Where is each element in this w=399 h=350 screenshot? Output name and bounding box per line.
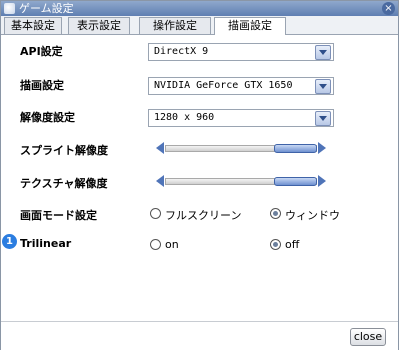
- settings-window: ゲーム設定 × 基本設定 表示設定 操作設定 描画設定 API設定 Direct…: [0, 0, 399, 350]
- tab-basic[interactable]: 基本設定: [4, 17, 62, 34]
- texture-resolution-label: テクスチャ解像度: [20, 177, 108, 190]
- tab-rendering[interactable]: 描画設定: [214, 17, 286, 35]
- dropdown-arrow-icon[interactable]: [315, 45, 331, 60]
- radio-circle[interactable]: [150, 239, 161, 250]
- radio-label: on: [165, 238, 179, 251]
- trilinear-label: Trilinear: [20, 237, 72, 250]
- renderer-select[interactable]: NVIDIA GeForce GTX 1650: [148, 77, 334, 95]
- footer-bar: close: [1, 321, 398, 350]
- radio-fullscreen[interactable]: フルスクリーン: [150, 207, 250, 222]
- radio-circle[interactable]: [270, 239, 281, 250]
- radio-label: off: [285, 238, 300, 251]
- close-button[interactable]: close: [350, 328, 386, 346]
- resolution-value: 1280 x 960: [154, 112, 215, 123]
- api-select[interactable]: DirectX 9: [148, 43, 334, 61]
- window-title: ゲーム設定: [19, 2, 74, 15]
- api-value: DirectX 9: [154, 46, 209, 57]
- sprite-resolution-slider[interactable]: [156, 141, 326, 155]
- radio-circle[interactable]: [150, 208, 161, 219]
- slider-thumb[interactable]: [274, 177, 318, 186]
- api-label: API設定: [20, 45, 63, 58]
- slider-right-arrow-icon[interactable]: [318, 141, 326, 155]
- sprite-resolution-label: スプライト解像度: [20, 144, 108, 157]
- screen-mode-label: 画面モード設定: [20, 209, 97, 222]
- texture-resolution-slider[interactable]: [156, 174, 326, 188]
- radio-label: ウィンドウ: [285, 209, 340, 222]
- tab-display[interactable]: 表示設定: [68, 17, 130, 34]
- tab-controls[interactable]: 操作設定: [139, 17, 211, 34]
- radio-trilinear-off[interactable]: off: [270, 238, 310, 251]
- radio-windowed[interactable]: ウィンドウ: [270, 207, 350, 222]
- slider-thumb[interactable]: [274, 144, 318, 153]
- app-icon: [4, 3, 15, 14]
- radio-circle[interactable]: [270, 208, 281, 219]
- close-icon[interactable]: ×: [382, 2, 395, 15]
- radio-trilinear-on[interactable]: on: [150, 238, 190, 251]
- slider-right-arrow-icon[interactable]: [318, 174, 326, 188]
- resolution-select[interactable]: 1280 x 960: [148, 109, 334, 127]
- settings-panel: API設定 DirectX 9 描画設定 NVIDIA GeForce GTX …: [1, 35, 398, 321]
- renderer-value: NVIDIA GeForce GTX 1650: [154, 80, 293, 91]
- tab-bar: 基本設定 表示設定 操作設定 描画設定: [1, 16, 398, 35]
- renderer-label: 描画設定: [20, 79, 64, 92]
- slider-left-arrow-icon[interactable]: [156, 141, 164, 155]
- dropdown-arrow-icon[interactable]: [315, 111, 331, 126]
- radio-label: フルスクリーン: [165, 209, 242, 222]
- info-badge: 1: [2, 234, 17, 249]
- slider-left-arrow-icon[interactable]: [156, 174, 164, 188]
- title-bar[interactable]: ゲーム設定 ×: [1, 1, 398, 16]
- dropdown-arrow-icon[interactable]: [315, 79, 331, 94]
- resolution-label: 解像度設定: [20, 111, 75, 124]
